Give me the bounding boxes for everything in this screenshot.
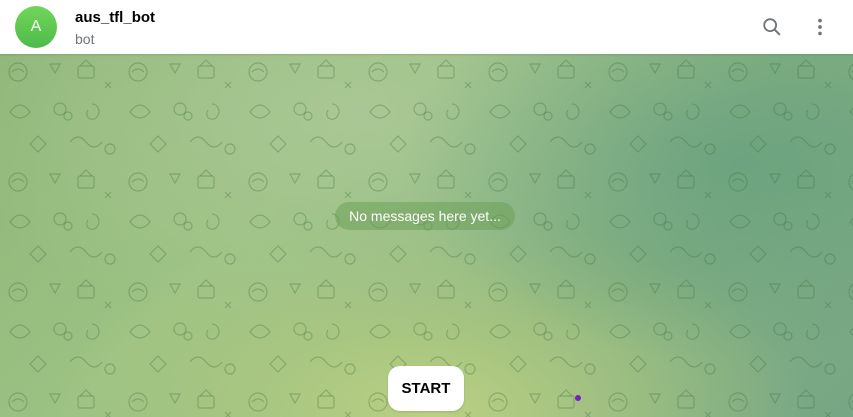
more-button[interactable] — [803, 10, 837, 44]
avatar[interactable]: A — [15, 6, 57, 48]
chat-title[interactable]: aus_tfl_bot — [75, 9, 155, 27]
cursor-dot — [575, 395, 581, 401]
wallpaper-pattern — [0, 54, 853, 417]
start-button[interactable]: START — [388, 366, 464, 411]
avatar-letter: A — [30, 18, 42, 35]
start-button-label: START — [401, 380, 451, 397]
chat-subtitle: bot — [75, 31, 95, 47]
more-vertical-icon — [818, 18, 822, 36]
search-button[interactable] — [755, 10, 789, 44]
empty-chat-text: No messages here yet... — [349, 208, 501, 224]
search-icon — [763, 18, 781, 36]
chat-window: A aus_tfl_bot bot No messages here yet..… — [0, 0, 853, 417]
chat-background: No messages here yet... START — [0, 54, 853, 417]
empty-chat-notice: No messages here yet... — [335, 202, 515, 230]
chat-header: A aus_tfl_bot bot — [0, 0, 853, 54]
